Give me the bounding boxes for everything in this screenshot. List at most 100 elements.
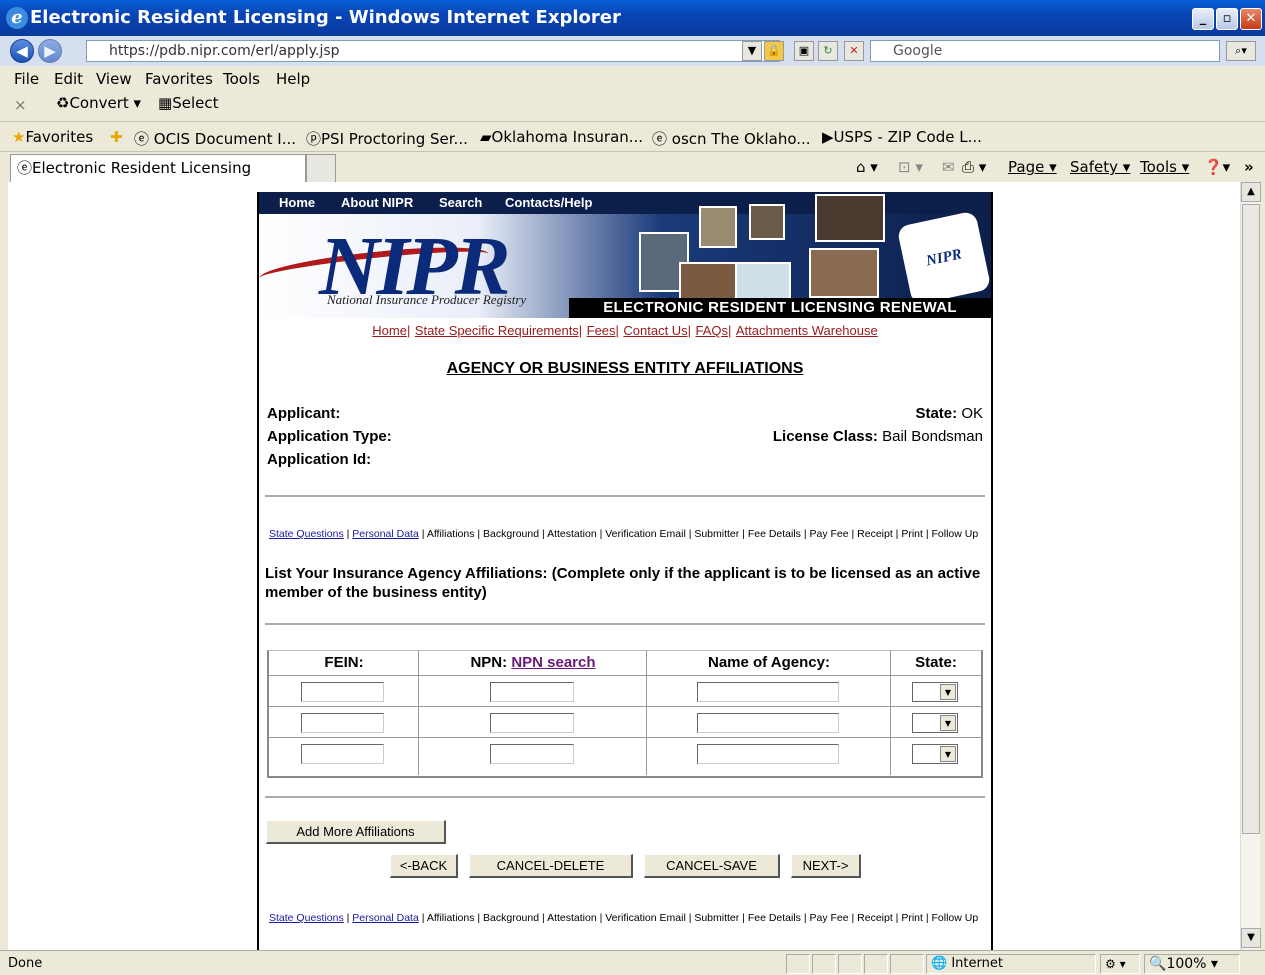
new-tab-button[interactable]: [306, 154, 336, 182]
menu-view[interactable]: View: [96, 70, 132, 88]
scroll-thumb[interactable]: [1242, 204, 1260, 834]
ie-page-icon: ⓔ: [652, 130, 668, 148]
close-window-button[interactable]: ✕: [1240, 8, 1262, 30]
protected-mode-icon[interactable]: ⚙ ▾: [1100, 954, 1140, 974]
state-select[interactable]: ▼: [912, 713, 958, 733]
link-contact[interactable]: Contact Us|: [623, 323, 691, 338]
state-field: State: OK: [915, 405, 983, 422]
mail-icon[interactable]: ✉: [942, 158, 955, 176]
npn-header: NPN: NPN search: [470, 654, 596, 671]
cancel-delete-button[interactable]: CANCEL-DELETE: [469, 854, 633, 878]
add-favorite-icon[interactable]: ✚: [110, 128, 123, 146]
compat-view-icon[interactable]: ▣: [794, 41, 814, 61]
fav-item-ocis[interactable]: ⓔ OCIS Document I...: [134, 128, 296, 149]
npn-input[interactable]: [490, 682, 574, 702]
status-cell: [838, 954, 862, 974]
link-home[interactable]: Home|: [372, 323, 410, 338]
npn-input[interactable]: [490, 713, 574, 733]
home-icon[interactable]: ⌂ ▾: [856, 158, 878, 176]
agency-header: Name of Agency:: [708, 654, 830, 671]
tab-electronic-resident-licensing[interactable]: ⓔElectronic Resident Licensing: [10, 154, 306, 182]
add-more-affiliations-button[interactable]: Add More Affiliations: [266, 820, 446, 844]
stop-icon[interactable]: ✕: [844, 41, 864, 61]
agency-name-input[interactable]: [697, 744, 839, 764]
zoom-icon: 🔍: [1149, 956, 1167, 972]
back-button[interactable]: <-BACK: [390, 854, 458, 878]
minimize-button[interactable]: _: [1192, 8, 1214, 30]
state-select[interactable]: ▼: [912, 744, 958, 764]
zoom-control[interactable]: 🔍100% ▾: [1144, 954, 1240, 974]
menu-edit[interactable]: Edit: [54, 70, 83, 88]
agency-name-input[interactable]: [697, 713, 839, 733]
link-fees[interactable]: Fees|: [587, 323, 619, 338]
fein-input[interactable]: [301, 682, 384, 702]
banner-photo: [749, 204, 785, 240]
tab-bar: ⓔElectronic Resident Licensing ⌂ ▾ ⊡ ▾ ✉…: [0, 152, 1265, 182]
window-title-bar: e Electronic Resident Licensing - Window…: [0, 0, 1265, 36]
chevron-down-icon: ▼: [940, 684, 956, 700]
step-state-questions[interactable]: State Questions: [269, 528, 344, 540]
link-state-requirements[interactable]: State Specific Requirements|: [415, 323, 582, 338]
page-title: AGENCY OR BUSINESS ENTITY AFFILIATIONS: [446, 360, 804, 377]
fav-item-oscn[interactable]: ⓔ oscn The Oklaho...: [652, 128, 811, 149]
menu-file[interactable]: File: [14, 70, 39, 88]
nav-home[interactable]: Home: [279, 195, 315, 210]
close-toolbar-icon[interactable]: ×: [14, 96, 27, 114]
status-bar: Done 🌐 Internet ⚙ ▾ 🔍100% ▾: [0, 950, 1265, 975]
nav-about[interactable]: About NIPR: [341, 195, 413, 210]
favorites-button[interactable]: ★Favorites: [12, 128, 93, 146]
select-icon: ▦: [158, 94, 173, 112]
maximize-button[interactable]: ▫: [1216, 8, 1238, 30]
nav-contacts[interactable]: Contacts/Help: [505, 195, 592, 210]
step-state-questions[interactable]: State Questions: [269, 912, 344, 924]
menu-favorites[interactable]: Favorites: [145, 70, 213, 88]
safety-menu[interactable]: Safety ▾: [1070, 158, 1130, 176]
refresh-icon[interactable]: ↻: [818, 41, 838, 61]
fein-input[interactable]: [301, 713, 384, 733]
next-button[interactable]: NEXT->: [791, 854, 861, 878]
page-container: Home About NIPR Search Contacts/Help NIP…: [257, 192, 993, 950]
state-select[interactable]: ▼: [912, 682, 958, 702]
back-arrow-icon[interactable]: ◀: [10, 39, 34, 63]
url-input[interactable]: https://pdb.nipr.com/erl/apply.jsp: [86, 40, 780, 62]
fein-input[interactable]: [301, 744, 384, 764]
scroll-down-icon[interactable]: ▼: [1241, 928, 1261, 948]
step-personal-data[interactable]: Personal Data: [352, 528, 419, 540]
window-title: Electronic Resident Licensing - Windows …: [30, 7, 621, 28]
npn-input[interactable]: [490, 744, 574, 764]
url-dropdown-icon[interactable]: ▼: [742, 41, 762, 61]
link-attachments[interactable]: Attachments Warehouse: [736, 323, 878, 338]
agency-name-input[interactable]: [697, 682, 839, 702]
menu-tools[interactable]: Tools: [223, 70, 260, 88]
link-faqs[interactable]: FAQs|: [696, 323, 732, 338]
page-menu[interactable]: Page ▾: [1008, 158, 1057, 176]
banner-photo: [699, 206, 737, 248]
search-input[interactable]: Google: [870, 40, 1220, 62]
chevron-more-icon[interactable]: »: [1244, 158, 1254, 176]
affiliations-table: FEIN: NPN: NPN search Name of Agency: St…: [267, 650, 983, 778]
banner-photo: [815, 194, 885, 242]
select-button[interactable]: ▦Select: [158, 94, 218, 112]
convert-button[interactable]: ♻Convert ▾: [56, 94, 141, 112]
menu-help[interactable]: Help: [276, 70, 310, 88]
banner-title: ELECTRONIC RESIDENT LICENSING RENEWAL: [569, 298, 991, 318]
fein-header: FEIN:: [324, 654, 364, 671]
divider: [265, 623, 985, 625]
fav-item-psi[interactable]: ⓟPSI Proctoring Ser...: [306, 128, 468, 149]
step-personal-data[interactable]: Personal Data: [352, 912, 419, 924]
cancel-save-button[interactable]: CANCEL-SAVE: [644, 854, 780, 878]
lock-icon[interactable]: 🔒: [764, 41, 784, 61]
help-icon[interactable]: ❓▾: [1204, 158, 1230, 176]
fav-item-usps[interactable]: ▶USPS - ZIP Code L...: [822, 128, 982, 146]
forward-arrow-icon[interactable]: ▶: [38, 39, 62, 63]
vertical-scrollbar[interactable]: ▲ ▼: [1240, 182, 1261, 950]
print-icon[interactable]: ⎙ ▾: [962, 158, 986, 176]
npn-search-link[interactable]: NPN search: [511, 654, 595, 671]
tools-menu[interactable]: Tools ▾: [1140, 158, 1189, 176]
scroll-up-icon[interactable]: ▲: [1241, 182, 1261, 202]
search-icon[interactable]: ⌕▾: [1226, 41, 1256, 61]
fav-item-oklahoma[interactable]: ▰Oklahoma Insuran...: [480, 128, 643, 146]
feeds-icon[interactable]: ⊡ ▾: [898, 158, 923, 176]
nav-search[interactable]: Search: [439, 195, 482, 210]
top-links: Home| State Specific Requirements| Fees|…: [259, 323, 991, 339]
